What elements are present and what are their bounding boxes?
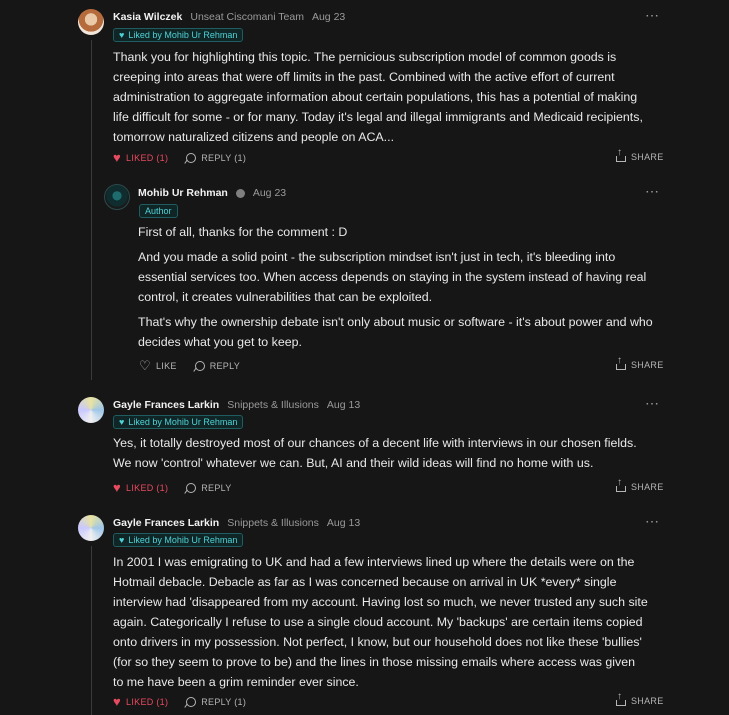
heart-icon: ♥ bbox=[113, 150, 122, 165]
thread-line bbox=[91, 40, 92, 380]
like-button[interactable]: ♥ LIKED (1) bbox=[113, 695, 168, 708]
reply-button[interactable]: REPLY (1) bbox=[186, 696, 247, 707]
share-label: SHARE bbox=[631, 151, 664, 162]
author-name[interactable]: Gayle Frances Larkin bbox=[113, 517, 219, 529]
comment-header: Gayle Frances Larkin Snippets & Illusion… bbox=[113, 399, 360, 411]
reply-icon bbox=[186, 152, 197, 163]
comment-paragraph: And you made a solid point - the subscri… bbox=[138, 250, 647, 304]
share-button[interactable]: SHARE bbox=[616, 691, 664, 706]
more-options-icon[interactable]: ⋯ bbox=[645, 513, 660, 530]
comment-paragraph: That's why the ownership debate isn't on… bbox=[138, 315, 653, 349]
reply-button[interactable]: REPLY bbox=[194, 360, 241, 371]
avatar[interactable] bbox=[78, 515, 104, 541]
share-button[interactable]: SHARE bbox=[616, 355, 664, 370]
comment-actions: ♡ LIKE REPLY bbox=[139, 359, 258, 372]
share-button[interactable]: SHARE bbox=[616, 477, 664, 492]
like-label: LIKED (1) bbox=[126, 696, 169, 707]
comment-header: Kasia Wilczek Unseat Ciscomani Team Aug … bbox=[113, 11, 345, 23]
heart-outline-icon: ♡ bbox=[139, 358, 151, 373]
avatar[interactable] bbox=[104, 184, 130, 210]
liked-by-badge: ♥ Liked by Mohib Ur Rehman bbox=[113, 533, 244, 547]
reply-label: REPLY (1) bbox=[201, 152, 247, 163]
thread-line bbox=[91, 546, 92, 715]
liked-by-text: Liked by Mohib Ur Rehman bbox=[128, 30, 238, 40]
author-tag: Author bbox=[139, 204, 178, 218]
like-button[interactable]: ♡ LIKE bbox=[139, 359, 177, 372]
share-icon bbox=[616, 147, 626, 162]
reply-icon bbox=[194, 360, 205, 371]
share-icon bbox=[616, 691, 626, 706]
reply-label: REPLY bbox=[209, 360, 241, 371]
reply-label: REPLY (1) bbox=[201, 696, 247, 707]
author-team[interactable]: Unseat Ciscomani Team bbox=[190, 11, 304, 23]
heart-icon: ♥ bbox=[113, 694, 122, 709]
more-options-icon[interactable]: ⋯ bbox=[645, 395, 660, 412]
verified-badge-icon bbox=[235, 188, 245, 198]
like-label: LIKED (1) bbox=[126, 482, 169, 493]
comment-date[interactable]: Aug 23 bbox=[312, 11, 345, 23]
author-name[interactable]: Gayle Frances Larkin bbox=[113, 399, 219, 411]
author-team[interactable]: Snippets & Illusions bbox=[227, 517, 319, 529]
comment-body: In 2001 I was emigrating to UK and had a… bbox=[113, 555, 648, 689]
liked-by-text: Liked by Mohib Ur Rehman bbox=[128, 535, 238, 545]
share-label: SHARE bbox=[631, 359, 664, 370]
comment-paragraph: First of all, thanks for the comment : D bbox=[138, 225, 348, 239]
share-icon bbox=[616, 477, 626, 492]
share-icon bbox=[616, 355, 626, 370]
like-button[interactable]: ♥ LIKED (1) bbox=[113, 151, 168, 164]
comment-body: Yes, it totally destroyed most of our ch… bbox=[113, 436, 637, 470]
share-label: SHARE bbox=[631, 481, 664, 492]
more-options-icon[interactable]: ⋯ bbox=[645, 183, 660, 200]
reply-label: REPLY bbox=[201, 482, 232, 493]
share-label: SHARE bbox=[631, 695, 664, 706]
comment-body: Thank you for highlighting this topic. T… bbox=[113, 50, 643, 144]
heart-icon: ♥ bbox=[119, 29, 125, 40]
comment-date[interactable]: Aug 13 bbox=[327, 399, 360, 411]
reply-icon bbox=[186, 696, 197, 707]
comment-header: Mohib Ur Rehman Aug 23 bbox=[138, 187, 286, 199]
like-button[interactable]: ♥ LIKED (1) bbox=[113, 481, 168, 494]
like-label: LIKED (1) bbox=[126, 152, 169, 163]
reply-button[interactable]: REPLY (1) bbox=[186, 152, 247, 163]
comment-actions: ♥ LIKED (1) REPLY (1) bbox=[113, 695, 264, 708]
comment-date[interactable]: Aug 23 bbox=[253, 187, 286, 199]
comment-actions: ♥ LIKED (1) REPLY (1) bbox=[113, 151, 264, 164]
share-button[interactable]: SHARE bbox=[616, 147, 664, 162]
avatar[interactable] bbox=[78, 9, 104, 35]
author-name[interactable]: Kasia Wilczek bbox=[113, 11, 182, 23]
author-name[interactable]: Mohib Ur Rehman bbox=[138, 187, 228, 199]
comment-actions: ♥ LIKED (1) REPLY bbox=[113, 481, 250, 494]
reply-icon bbox=[186, 482, 197, 493]
heart-icon: ♥ bbox=[119, 534, 125, 545]
like-label: LIKE bbox=[155, 360, 177, 371]
reply-button[interactable]: REPLY bbox=[186, 482, 232, 493]
avatar[interactable] bbox=[78, 397, 104, 423]
comment-header: Gayle Frances Larkin Snippets & Illusion… bbox=[113, 517, 360, 529]
comment-body: First of all, thanks for the comment : D… bbox=[138, 222, 663, 352]
comment-date[interactable]: Aug 13 bbox=[327, 517, 360, 529]
heart-icon: ♥ bbox=[119, 416, 125, 427]
liked-by-text: Liked by Mohib Ur Rehman bbox=[128, 417, 238, 427]
more-options-icon[interactable]: ⋯ bbox=[645, 7, 660, 24]
liked-by-badge: ♥ Liked by Mohib Ur Rehman bbox=[113, 28, 244, 42]
author-team[interactable]: Snippets & Illusions bbox=[227, 399, 319, 411]
liked-by-badge: ♥ Liked by Mohib Ur Rehman bbox=[113, 415, 244, 429]
heart-icon: ♥ bbox=[113, 480, 122, 495]
